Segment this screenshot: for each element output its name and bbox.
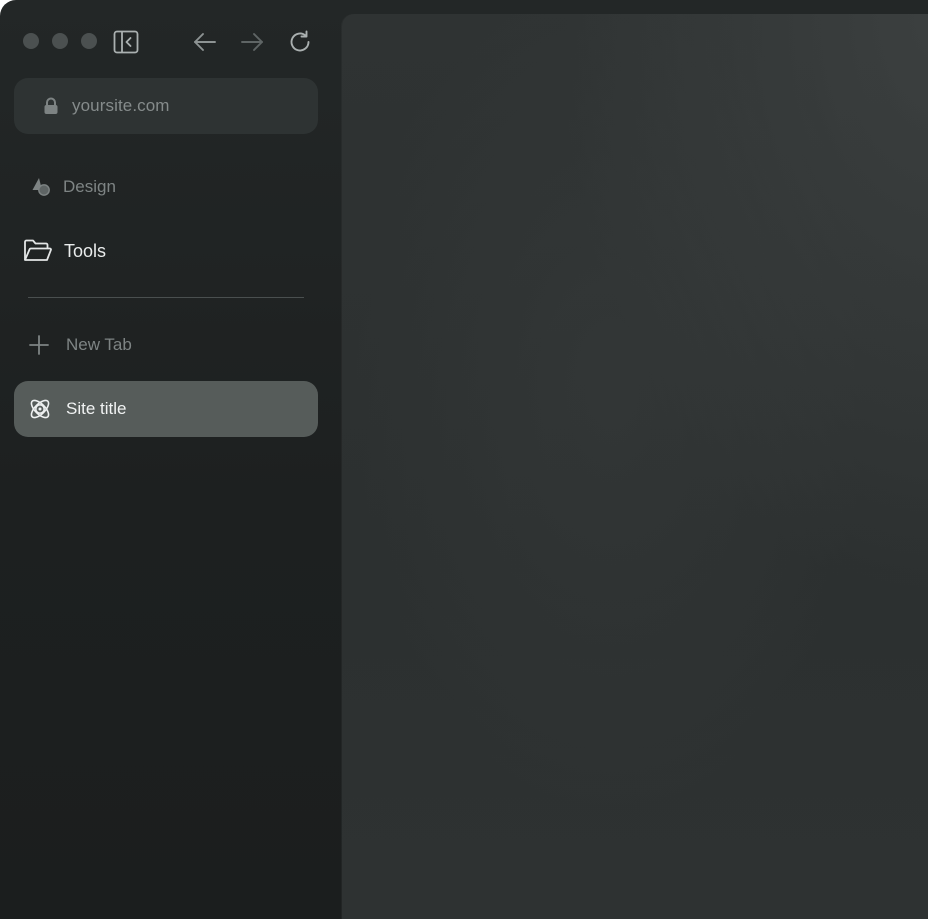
shapes-icon: [30, 176, 52, 198]
web-content-pane[interactable]: [342, 14, 928, 919]
sidebar-divider: [28, 297, 304, 298]
orbit-icon: [27, 396, 53, 422]
folder-open-icon: [23, 237, 53, 265]
reload-icon: [290, 30, 310, 52]
arrow-right-icon: [241, 33, 263, 51]
tab-site-title[interactable]: Site title: [14, 381, 318, 437]
address-bar-url: yoursite.com: [72, 96, 170, 115]
back-button[interactable]: [191, 28, 219, 56]
close-window-button[interactable]: [23, 33, 39, 49]
address-bar[interactable]: yoursite.com: [14, 78, 318, 134]
browser-window: yoursite.com Design Tools New Tab Site t…: [0, 0, 928, 919]
minimize-window-button[interactable]: [52, 33, 68, 49]
sidebar-item-label: Tools: [64, 241, 107, 261]
sidebar-toggle-icon: [113, 30, 139, 54]
new-tab-label: New Tab: [66, 335, 132, 354]
new-tab-button[interactable]: New Tab: [14, 317, 318, 373]
arrow-left-icon: [194, 33, 216, 51]
reload-button[interactable]: [286, 28, 314, 56]
sidebar-item-tools[interactable]: Tools: [14, 223, 318, 279]
lock-icon: [44, 97, 58, 114]
sidebar-toggle-button[interactable]: [112, 28, 140, 56]
sidebar-item-design[interactable]: Design: [14, 159, 318, 215]
zoom-window-button[interactable]: [81, 33, 97, 49]
plus-icon: [28, 334, 50, 356]
sidebar: yoursite.com Design Tools New Tab Site t…: [0, 0, 340, 919]
sidebar-item-label: Design: [63, 177, 116, 196]
tab-label: Site title: [66, 399, 127, 418]
forward-button[interactable]: [238, 28, 266, 56]
